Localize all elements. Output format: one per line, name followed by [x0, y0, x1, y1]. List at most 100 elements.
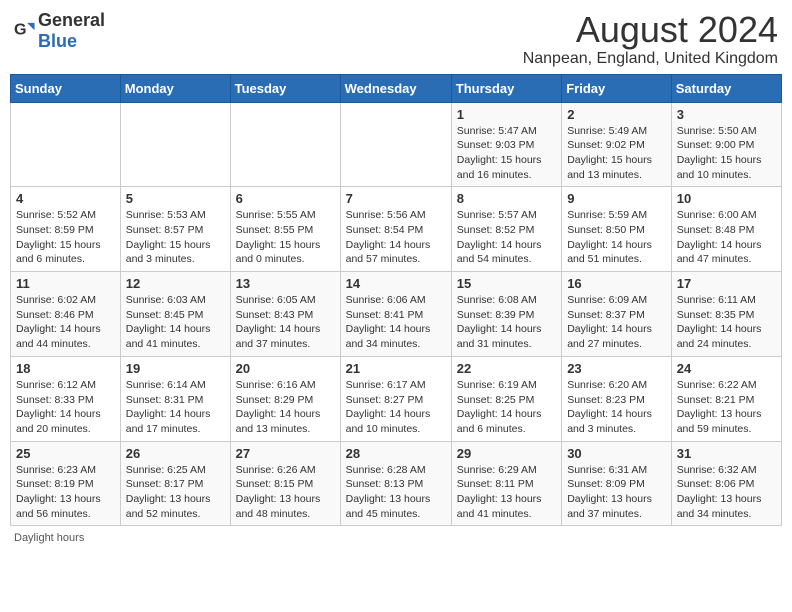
calendar-table: SundayMondayTuesdayWednesdayThursdayFrid… — [10, 74, 782, 527]
day-number: 19 — [126, 361, 225, 376]
day-of-week-header: Saturday — [671, 74, 781, 102]
calendar-cell: 27 Sunrise: 6:26 AM Sunset: 8:15 PM Dayli… — [230, 441, 340, 526]
day-number: 2 — [567, 107, 666, 122]
header-row: SundayMondayTuesdayWednesdayThursdayFrid… — [11, 74, 782, 102]
svg-text:G: G — [14, 21, 27, 39]
calendar-cell: 13 Sunrise: 6:05 AM Sunset: 8:43 PM Dayli… — [230, 272, 340, 357]
calendar-cell: 25 Sunrise: 6:23 AM Sunset: 8:19 PM Dayli… — [11, 441, 121, 526]
calendar-cell: 28 Sunrise: 6:28 AM Sunset: 8:13 PM Dayli… — [340, 441, 451, 526]
calendar-cell: 29Sunrise: 6:29 AM Sunset: 8:11 PM Dayli… — [451, 441, 561, 526]
calendar-cell — [340, 102, 451, 187]
calendar-cell: 31 Sunrise: 6:32 AM Sunset: 8:06 PM Dayli… — [671, 441, 781, 526]
day-number: 10 — [677, 191, 776, 206]
calendar-week-row: 4 Sunrise: 5:52 AM Sunset: 8:59 PM Daylig… — [11, 187, 782, 272]
calendar-cell: 2 Sunrise: 5:49 AM Sunset: 9:02 PM Daylig… — [562, 102, 672, 187]
day-number: 21 — [346, 361, 446, 376]
calendar-week-row: 18Sunrise: 6:12 AM Sunset: 8:33 PM Dayli… — [11, 356, 782, 441]
day-number: 14 — [346, 276, 446, 291]
calendar-cell: 17 Sunrise: 6:11 AM Sunset: 8:35 PM Dayli… — [671, 272, 781, 357]
day-info: Sunrise: 5:47 AM Sunset: 9:03 PM Dayligh… — [457, 124, 556, 183]
day-info: Sunrise: 6:08 AM Sunset: 8:39 PM Dayligh… — [457, 293, 556, 352]
day-info: Sunrise: 5:55 AM Sunset: 8:55 PM Dayligh… — [236, 208, 335, 267]
day-info: Sunrise: 6:02 AM Sunset: 8:46 PM Dayligh… — [16, 293, 115, 352]
calendar-cell: 11 Sunrise: 6:02 AM Sunset: 8:46 PM Dayli… — [11, 272, 121, 357]
day-info: Sunrise: 6:26 AM Sunset: 8:15 PM Dayligh… — [236, 463, 335, 522]
day-info: Sunrise: 6:22 AM Sunset: 8:21 PM Dayligh… — [677, 378, 776, 437]
day-number: 25 — [16, 446, 115, 461]
calendar-cell: 30 Sunrise: 6:31 AM Sunset: 8:09 PM Dayli… — [562, 441, 672, 526]
day-number: 5 — [126, 191, 225, 206]
day-info: Sunrise: 6:19 AM Sunset: 8:25 PM Dayligh… — [457, 378, 556, 437]
logo-general: General — [38, 10, 105, 30]
calendar-cell: 18Sunrise: 6:12 AM Sunset: 8:33 PM Dayli… — [11, 356, 121, 441]
month-title: August 2024 — [523, 10, 778, 50]
day-number: 24 — [677, 361, 776, 376]
day-info: Sunrise: 6:06 AM Sunset: 8:41 PM Dayligh… — [346, 293, 446, 352]
day-info: Sunrise: 6:31 AM Sunset: 8:09 PM Dayligh… — [567, 463, 666, 522]
day-number: 13 — [236, 276, 335, 291]
calendar-cell: 8 Sunrise: 5:57 AM Sunset: 8:52 PM Daylig… — [451, 187, 561, 272]
day-of-week-header: Friday — [562, 74, 672, 102]
day-info: Sunrise: 6:12 AM Sunset: 8:33 PM Dayligh… — [16, 378, 115, 437]
calendar-cell: 3 Sunrise: 5:50 AM Sunset: 9:00 PM Daylig… — [671, 102, 781, 187]
day-info: Sunrise: 5:49 AM Sunset: 9:02 PM Dayligh… — [567, 124, 666, 183]
day-info: Sunrise: 6:28 AM Sunset: 8:13 PM Dayligh… — [346, 463, 446, 522]
day-of-week-header: Sunday — [11, 74, 121, 102]
calendar-cell: 12 Sunrise: 6:03 AM Sunset: 8:45 PM Dayli… — [120, 272, 230, 357]
day-info: Sunrise: 6:11 AM Sunset: 8:35 PM Dayligh… — [677, 293, 776, 352]
day-number: 12 — [126, 276, 225, 291]
day-info: Sunrise: 5:53 AM Sunset: 8:57 PM Dayligh… — [126, 208, 225, 267]
day-of-week-header: Tuesday — [230, 74, 340, 102]
calendar-cell: 1 Sunrise: 5:47 AM Sunset: 9:03 PM Daylig… — [451, 102, 561, 187]
day-info: Sunrise: 6:03 AM Sunset: 8:45 PM Dayligh… — [126, 293, 225, 352]
day-info: Sunrise: 6:32 AM Sunset: 8:06 PM Dayligh… — [677, 463, 776, 522]
calendar-week-row: 25 Sunrise: 6:23 AM Sunset: 8:19 PM Dayli… — [11, 441, 782, 526]
day-info: Sunrise: 6:29 AM Sunset: 8:11 PM Dayligh… — [457, 463, 556, 522]
day-info: Sunrise: 6:05 AM Sunset: 8:43 PM Dayligh… — [236, 293, 335, 352]
day-number: 28 — [346, 446, 446, 461]
day-number: 1 — [457, 107, 556, 122]
calendar-cell — [230, 102, 340, 187]
day-info: Sunrise: 6:00 AM Sunset: 8:48 PM Dayligh… — [677, 208, 776, 267]
day-of-week-header: Monday — [120, 74, 230, 102]
location-title: Nanpean, England, United Kingdom — [523, 50, 778, 68]
day-number: 7 — [346, 191, 446, 206]
day-info: Sunrise: 6:09 AM Sunset: 8:37 PM Dayligh… — [567, 293, 666, 352]
day-number: 20 — [236, 361, 335, 376]
day-number: 17 — [677, 276, 776, 291]
calendar-cell: 21 Sunrise: 6:17 AM Sunset: 8:27 PM Dayli… — [340, 356, 451, 441]
day-number: 3 — [677, 107, 776, 122]
day-info: Sunrise: 5:50 AM Sunset: 9:00 PM Dayligh… — [677, 124, 776, 183]
day-number: 6 — [236, 191, 335, 206]
calendar-cell: 24 Sunrise: 6:22 AM Sunset: 8:21 PM Dayli… — [671, 356, 781, 441]
day-info: Sunrise: 6:17 AM Sunset: 8:27 PM Dayligh… — [346, 378, 446, 437]
calendar-cell: 4 Sunrise: 5:52 AM Sunset: 8:59 PM Daylig… — [11, 187, 121, 272]
day-info: Sunrise: 5:57 AM Sunset: 8:52 PM Dayligh… — [457, 208, 556, 267]
day-number: 8 — [457, 191, 556, 206]
day-number: 11 — [16, 276, 115, 291]
calendar-week-row: 11 Sunrise: 6:02 AM Sunset: 8:46 PM Dayli… — [11, 272, 782, 357]
day-number: 4 — [16, 191, 115, 206]
logo: G General Blue — [14, 10, 105, 52]
day-number: 31 — [677, 446, 776, 461]
day-info: Sunrise: 5:56 AM Sunset: 8:54 PM Dayligh… — [346, 208, 446, 267]
day-info: Sunrise: 5:52 AM Sunset: 8:59 PM Dayligh… — [16, 208, 115, 267]
calendar-cell: 14 Sunrise: 6:06 AM Sunset: 8:41 PM Dayli… — [340, 272, 451, 357]
calendar-cell: 5 Sunrise: 5:53 AM Sunset: 8:57 PM Daylig… — [120, 187, 230, 272]
day-number: 16 — [567, 276, 666, 291]
header: G General Blue August 2024 Nanpean, Engl… — [10, 10, 782, 68]
calendar-cell: 6 Sunrise: 5:55 AM Sunset: 8:55 PM Daylig… — [230, 187, 340, 272]
calendar-cell: 10 Sunrise: 6:00 AM Sunset: 8:48 PM Dayli… — [671, 187, 781, 272]
day-number: 27 — [236, 446, 335, 461]
calendar-body: 1 Sunrise: 5:47 AM Sunset: 9:03 PM Daylig… — [11, 102, 782, 526]
day-info: Sunrise: 6:25 AM Sunset: 8:17 PM Dayligh… — [126, 463, 225, 522]
day-number: 22 — [457, 361, 556, 376]
title-block: August 2024 Nanpean, England, United Kin… — [523, 10, 778, 68]
calendar-week-row: 1 Sunrise: 5:47 AM Sunset: 9:03 PM Daylig… — [11, 102, 782, 187]
day-number: 30 — [567, 446, 666, 461]
day-of-week-header: Wednesday — [340, 74, 451, 102]
day-info: Sunrise: 6:23 AM Sunset: 8:19 PM Dayligh… — [16, 463, 115, 522]
day-info: Sunrise: 5:59 AM Sunset: 8:50 PM Dayligh… — [567, 208, 666, 267]
day-of-week-header: Thursday — [451, 74, 561, 102]
calendar-cell — [120, 102, 230, 187]
